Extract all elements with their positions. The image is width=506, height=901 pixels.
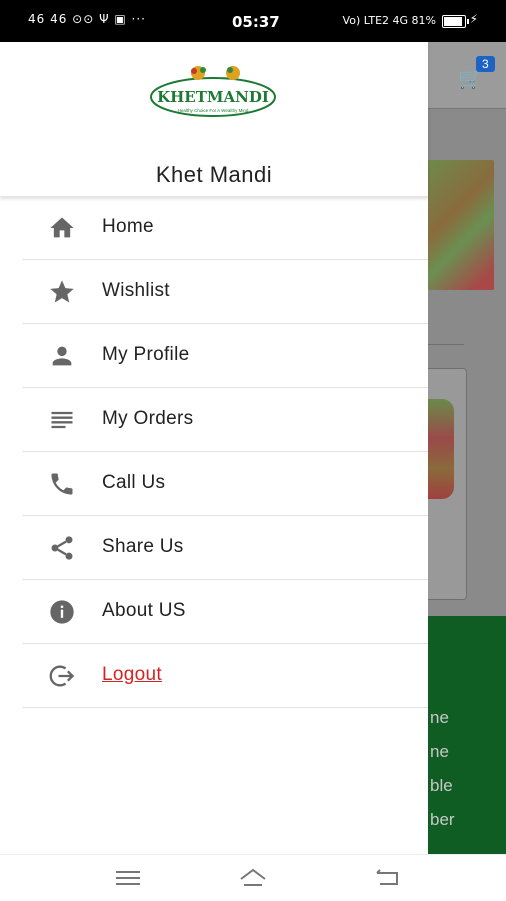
- cart-badge: 3: [476, 56, 495, 72]
- background-toolbar: 🛒 3: [428, 42, 506, 109]
- product-card: [428, 368, 467, 600]
- logo-tagline: Healthy Choice For A Wealthy Mind: [178, 108, 249, 113]
- product-image: [428, 399, 454, 499]
- share-icon: [51, 536, 73, 560]
- network-indicator: Vo) LTE2 4G: [342, 14, 409, 27]
- app-name: Khet Mandi: [155, 162, 273, 187]
- menu-item-logout[interactable]: Logout: [22, 644, 428, 708]
- banner-image: [428, 160, 494, 290]
- menu-item-label: My Orders: [102, 408, 194, 429]
- star-icon: [50, 280, 74, 303]
- menu-item-my-profile[interactable]: My Profile: [22, 324, 428, 388]
- back-icon[interactable]: [372, 865, 402, 891]
- green-text-1: ne: [430, 708, 449, 727]
- charging-icon: ⚡: [469, 12, 478, 26]
- drawer-header: KHETMANDI Healthy Choice For A Wealthy M…: [0, 42, 428, 197]
- battery-percent: 81%: [411, 14, 436, 27]
- divider: [428, 344, 464, 345]
- drawer-menu: Home Wishlist My Profile My Orders Call …: [22, 196, 428, 708]
- logo-text: KHETMANDI: [157, 88, 269, 106]
- green-text-2: ne: [430, 742, 449, 761]
- green-section: ne ne ble ber: [428, 616, 506, 854]
- status-left-indicators: 46 46 ⊙⊙ Ψ ▣ ···: [28, 12, 146, 26]
- list-icon: [51, 411, 73, 429]
- khetmandi-logo: KHETMANDI Healthy Choice For A Wealthy M…: [150, 66, 276, 117]
- menu-item-label: Share Us: [102, 536, 184, 557]
- menu-item-label: Call Us: [102, 472, 166, 493]
- logout-icon: [49, 665, 75, 687]
- person-icon: [52, 346, 72, 366]
- battery-icon: [442, 15, 469, 28]
- status-time: 05:37: [232, 13, 280, 31]
- home-icon: [50, 217, 74, 238]
- phone-icon: [51, 473, 73, 495]
- status-bar: 46 46 ⊙⊙ Ψ ▣ ··· 05:37 Vo) LTE2 4G 81% ⚡: [0, 0, 506, 42]
- system-navigation-bar: [0, 854, 506, 901]
- background-app-scrim[interactable]: 🛒 3 ne ne ble ber: [428, 42, 506, 854]
- menu-item-label: My Profile: [102, 344, 190, 365]
- navigation-drawer: KHETMANDI Healthy Choice For A Wealthy M…: [0, 42, 428, 854]
- home-button-icon[interactable]: [238, 865, 268, 891]
- info-icon: [50, 600, 74, 624]
- menu-item-call-us[interactable]: Call Us: [22, 452, 428, 516]
- menu-item-home[interactable]: Home: [22, 196, 428, 260]
- green-text-3: ble: [430, 776, 453, 795]
- menu-item-label: Wishlist: [102, 280, 170, 301]
- recent-apps-icon[interactable]: [113, 865, 143, 891]
- menu-item-wishlist[interactable]: Wishlist: [22, 260, 428, 324]
- menu-item-label: About US: [102, 600, 186, 621]
- menu-item-about-us[interactable]: About US: [22, 580, 428, 644]
- menu-item-label: Home: [102, 216, 154, 237]
- menu-item-share-us[interactable]: Share Us: [22, 516, 428, 580]
- logout-link[interactable]: Logout: [102, 664, 162, 686]
- status-network-battery: Vo) LTE2 4G 81%: [343, 14, 436, 27]
- menu-item-my-orders[interactable]: My Orders: [22, 388, 428, 452]
- green-text-4: ber: [430, 810, 455, 829]
